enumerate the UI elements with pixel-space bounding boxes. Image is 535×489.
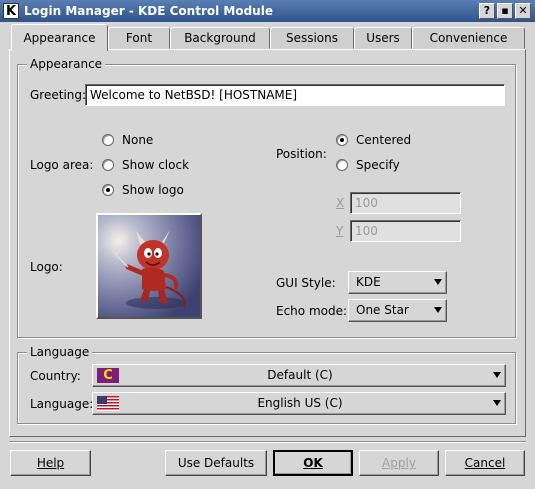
tab-font[interactable]: Font (108, 27, 170, 49)
gui-style-combo[interactable]: KDE (348, 271, 447, 294)
ok-label: OK (303, 456, 323, 470)
tab-label: Sessions (285, 31, 339, 45)
tab-label: Users (366, 31, 400, 45)
x-label: X (336, 196, 345, 210)
minimize-icon[interactable]: ▪ (497, 3, 513, 19)
close-icon[interactable]: ✕ (515, 3, 531, 19)
language-combo[interactable]: English US (C) (92, 392, 506, 415)
separator (9, 441, 526, 443)
position-centered-label[interactable]: Centered (356, 133, 411, 147)
cancel-button[interactable]: Cancel (445, 450, 525, 476)
logo-image-button[interactable] (96, 213, 202, 319)
tab-users[interactable]: Users (354, 27, 412, 49)
apply-button[interactable]: Apply (359, 450, 439, 476)
logo-area-logo-radio[interactable] (102, 184, 114, 196)
gui-style-label: GUI Style: (276, 276, 336, 290)
gui-style-value: KDE (356, 275, 381, 289)
position-specify-label[interactable]: Specify (356, 158, 400, 172)
echo-mode-value: One Star (356, 303, 409, 317)
chevron-down-icon (434, 307, 442, 313)
position-label: Position: (276, 147, 327, 161)
ok-button[interactable]: OK (273, 450, 353, 476)
cancel-label: Cancel (464, 456, 506, 470)
help-icon[interactable]: ? (479, 3, 495, 19)
title-bar[interactable]: K Login Manager - KDE Control Module ? ▪… (0, 0, 535, 22)
tab-appearance[interactable]: Appearance (11, 24, 108, 51)
tab-background[interactable]: Background (170, 27, 270, 49)
country-combo[interactable]: C Default (C) (92, 364, 506, 387)
bsd-daemon-logo-image (98, 215, 200, 317)
appearance-group-title: Appearance (27, 57, 106, 71)
chevron-down-icon (493, 400, 501, 406)
logo-area-logo-label[interactable]: Show logo (122, 183, 184, 197)
country-label: Country: (30, 369, 81, 383)
kde-app-icon[interactable]: K (3, 3, 19, 19)
country-value: Default (C) (267, 368, 333, 382)
apply-label: Apply (382, 456, 416, 470)
x-input[interactable]: 100 (350, 192, 461, 214)
language-group-title: Language (27, 345, 93, 359)
use-defaults-button[interactable]: Use Defaults (165, 450, 267, 476)
tab-label: Convenience (429, 31, 508, 45)
position-centered-radio[interactable] (336, 134, 348, 146)
logo-area-none-label[interactable]: None (122, 133, 153, 147)
y-input[interactable]: 100 (350, 220, 461, 242)
tab-label: Background (184, 31, 256, 45)
help-button[interactable]: Help (10, 450, 91, 476)
language-value: English US (C) (257, 396, 343, 410)
use-defaults-label: Use Defaults (177, 456, 255, 470)
echo-mode-combo[interactable]: One Star (348, 299, 447, 322)
logo-area-clock-label[interactable]: Show clock (122, 158, 189, 172)
window-title: Login Manager - KDE Control Module (24, 4, 273, 18)
help-button-label: Help (36, 456, 65, 470)
logo-area-clock-radio[interactable] (102, 159, 114, 171)
tab-label: Appearance (23, 31, 96, 45)
chevron-down-icon (434, 279, 442, 285)
tab-label: Font (125, 31, 153, 45)
tab-sessions[interactable]: Sessions (270, 27, 354, 49)
tab-convenience[interactable]: Convenience (412, 27, 525, 49)
chevron-down-icon (493, 372, 501, 378)
echo-mode-label: Echo mode: (276, 304, 348, 318)
logo-label: Logo: (30, 260, 63, 274)
logo-area-none-radio[interactable] (102, 134, 114, 146)
position-specify-radio[interactable] (336, 159, 348, 171)
y-label: Y (336, 224, 344, 238)
greeting-label: Greeting: (30, 88, 87, 102)
language-label: Language: (30, 397, 94, 411)
greeting-input[interactable]: Welcome to NetBSD! [HOSTNAME] (85, 84, 505, 106)
logo-area-label: Logo area: (30, 158, 94, 172)
